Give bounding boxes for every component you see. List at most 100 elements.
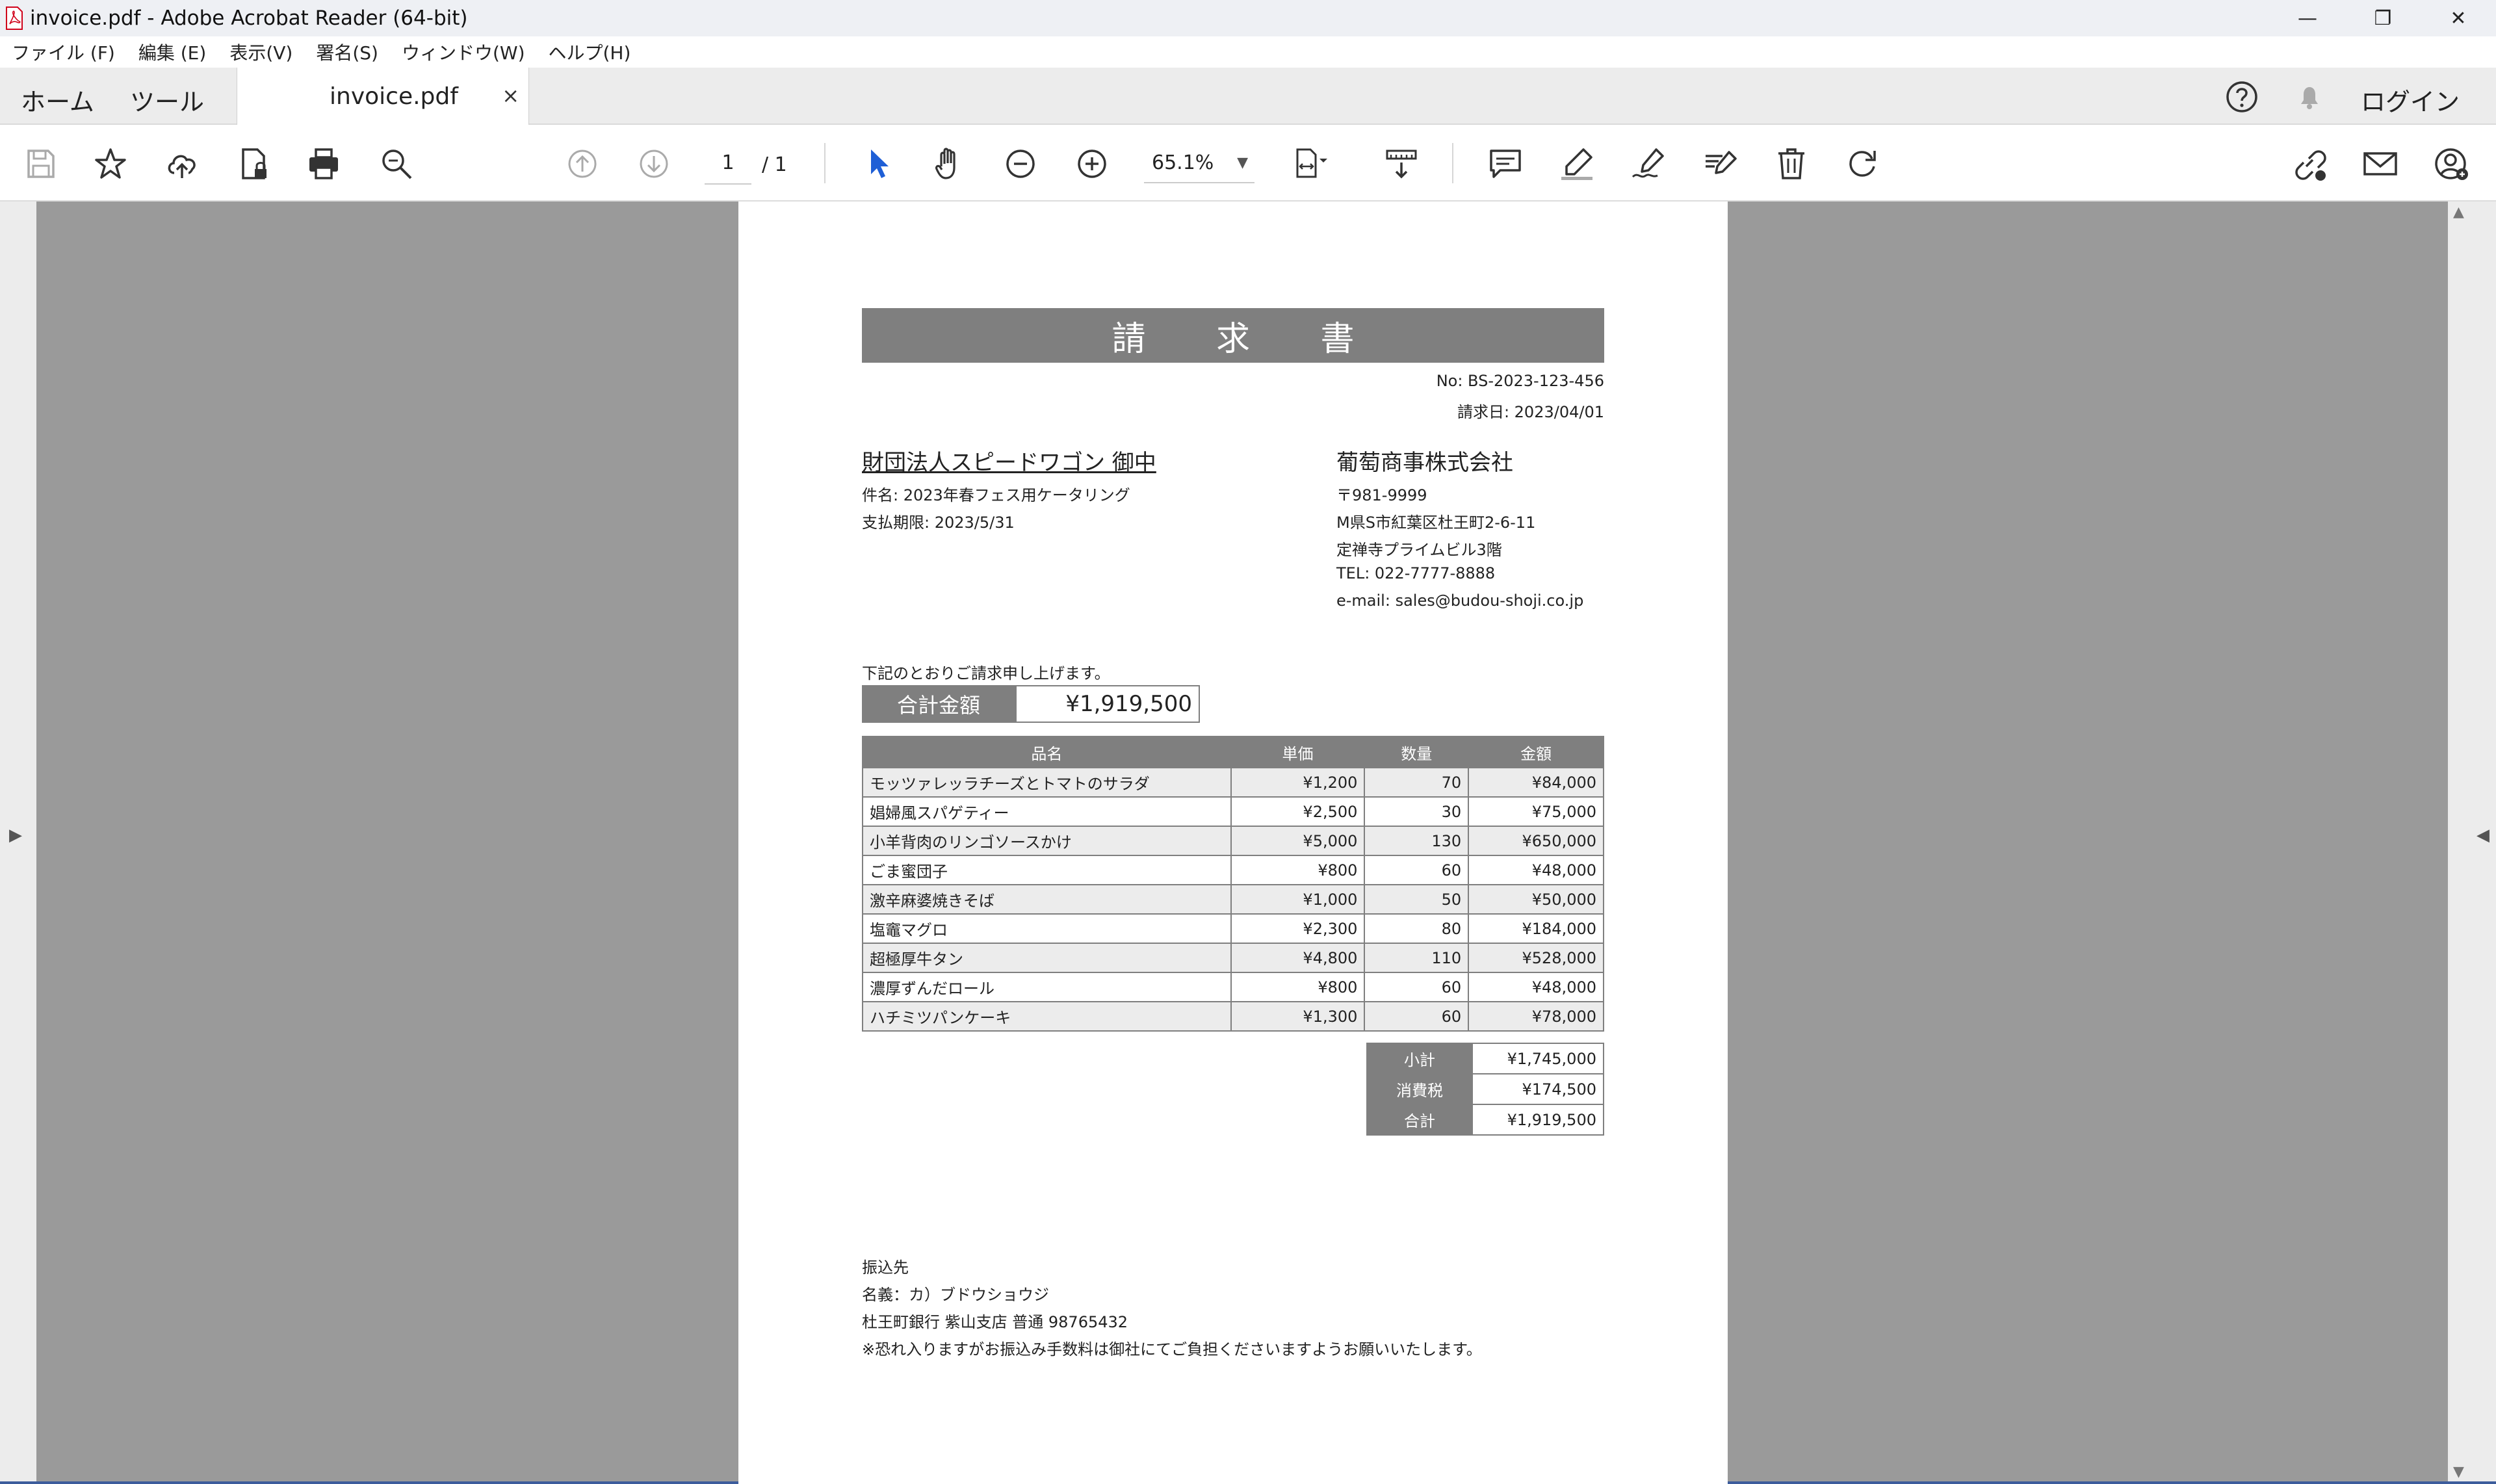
item-name: 娼婦風スパゲティー: [862, 796, 1232, 827]
left-panel-toggle[interactable]: ▶: [0, 202, 36, 1484]
tab-document[interactable]: invoice.pdf ×: [237, 68, 529, 125]
column-header-quantity: 数量: [1364, 736, 1470, 768]
scroll-up-arrow-icon[interactable]: ▲: [2453, 204, 2464, 220]
rotate-icon[interactable]: [1843, 144, 1882, 183]
bank-account: 杜王町銀行 紫山支店 普通 98765432: [862, 1313, 1128, 1331]
table-header-row: 品名 単価 数量 金額: [862, 736, 1604, 768]
page-fit-icon[interactable]: [1291, 144, 1330, 183]
company-address-2: 定禅寺プライムビル3階: [1336, 541, 1502, 559]
pdf-page: 請 求 書 No: BS-2023-123-456 請求日: 2023/04/0…: [738, 202, 1728, 1484]
previous-page-icon[interactable]: [563, 144, 602, 183]
search-zoom-icon[interactable]: [377, 144, 416, 183]
bookmark-star-icon[interactable]: [91, 144, 130, 183]
item-price: ¥2,500: [1230, 796, 1366, 827]
company-address-1: M県S市紅葉区杜王町2-6-11: [1336, 514, 1536, 532]
invoice-date: 請求日: 2023/04/01: [1457, 403, 1604, 421]
page-total: / 1: [762, 153, 787, 176]
summary-table: 小計 ¥1,745,000 消費税 ¥174,500 合計 ¥1,919,500: [1366, 1043, 1604, 1136]
item-qty: 70: [1364, 767, 1470, 798]
item-qty: 30: [1364, 796, 1470, 827]
item-name: 小羊背肉のリンゴソースかけ: [862, 826, 1232, 856]
table-row: モッツァレッラチーズとトマトのサラダ ¥1,200 70 ¥84,000: [862, 767, 1604, 798]
item-qty: 60: [1364, 1001, 1470, 1032]
total-amount-label: 合計金額: [862, 685, 1015, 723]
draw-pen-icon[interactable]: [1629, 144, 1668, 183]
menu-edit[interactable]: 編集 (E): [138, 39, 206, 65]
right-panel-toggle[interactable]: ▲ ◀ ▼: [2448, 202, 2496, 1484]
item-amount: ¥528,000: [1468, 943, 1604, 973]
tab-document-label: invoice.pdf: [330, 83, 458, 110]
item-price: ¥1,200: [1230, 767, 1366, 798]
zoom-level-select[interactable]: 65.1% ▼: [1144, 143, 1254, 183]
tab-home[interactable]: ホーム: [21, 82, 94, 118]
email-icon[interactable]: [2361, 144, 2400, 183]
table-row: 塩竈マグロ ¥2,300 80 ¥184,000: [862, 913, 1604, 944]
grand-total-value: ¥1,919,500: [1472, 1104, 1604, 1136]
tab-bar: ホーム ツール invoice.pdf × ログイン: [0, 68, 2496, 125]
save-icon[interactable]: [21, 144, 60, 183]
menu-file[interactable]: ファイル (F): [12, 39, 115, 65]
notification-bell-icon[interactable]: [2292, 79, 2327, 114]
close-tab-button[interactable]: ×: [502, 83, 519, 108]
item-qty: 60: [1364, 972, 1470, 1002]
column-header-name: 品名: [862, 736, 1232, 768]
client-name: 財団法人スピードワゴン 御中: [862, 450, 1156, 476]
item-amount: ¥50,000: [1468, 884, 1604, 915]
menu-help[interactable]: ヘルプ(H): [549, 39, 631, 65]
subtotal-value: ¥1,745,000: [1472, 1043, 1604, 1074]
company-email: e-mail: sales@budou-shoji.co.jp: [1336, 592, 1584, 610]
chevron-down-icon: ▼: [1237, 155, 1248, 171]
pdf-file-icon: [6, 7, 23, 30]
share-link-icon[interactable]: [2289, 144, 2328, 183]
cloud-upload-icon[interactable]: [162, 144, 202, 183]
help-icon[interactable]: [2224, 79, 2259, 114]
summary-row-total: 合計 ¥1,919,500: [1366, 1104, 1604, 1136]
menu-bar: ファイル (F) 編集 (E) 表示(V) 署名(S) ウィンドウ(W) ヘルプ…: [0, 36, 2496, 68]
invoice-intro: 下記のとおりご請求申し上げます。: [862, 664, 1110, 683]
next-page-icon[interactable]: [634, 144, 673, 183]
zoom-in-icon[interactable]: [1072, 144, 1112, 183]
highlight-pen-icon[interactable]: [1557, 144, 1596, 183]
scroll-down-arrow-icon[interactable]: ▼: [2453, 1464, 2464, 1480]
item-qty: 50: [1364, 884, 1470, 915]
select-cursor-icon[interactable]: [858, 144, 897, 183]
subtotal-label: 小計: [1366, 1043, 1473, 1074]
hand-tool-icon[interactable]: [930, 144, 968, 183]
item-qty: 80: [1364, 913, 1470, 944]
item-qty: 60: [1364, 855, 1470, 885]
item-amount: ¥75,000: [1468, 796, 1604, 827]
window-title: invoice.pdf - Adobe Acrobat Reader (64-b…: [30, 7, 468, 30]
zoom-out-icon[interactable]: [1001, 144, 1040, 183]
tab-tools[interactable]: ツール: [130, 82, 204, 118]
restore-button[interactable]: ❐: [2345, 0, 2421, 36]
scroll-mode-icon[interactable]: [1382, 144, 1421, 183]
payment-due: 支払期限: 2023/5/31: [862, 514, 1015, 532]
delete-trash-icon[interactable]: [1772, 144, 1811, 183]
bank-holder: 名義：カ）ブドウショウジ: [862, 1286, 1049, 1304]
menu-sign[interactable]: 署名(S): [316, 39, 378, 65]
item-amount: ¥184,000: [1468, 913, 1604, 944]
bank-heading: 振込先: [862, 1258, 909, 1277]
item-name: ハチミツパンケーキ: [862, 1001, 1232, 1032]
item-price: ¥800: [1230, 855, 1366, 885]
minimize-button[interactable]: —: [2270, 0, 2345, 36]
page-number-input[interactable]: 1: [705, 143, 751, 185]
total-amount-box: 合計金額 ¥1,919,500: [862, 685, 1200, 723]
title-bar: invoice.pdf - Adobe Acrobat Reader (64-b…: [0, 0, 2496, 36]
print-icon[interactable]: [304, 144, 343, 183]
invoice-subject: 件名: 2023年春フェス用ケータリング: [862, 486, 1130, 504]
comment-icon[interactable]: [1486, 144, 1525, 183]
login-button[interactable]: ログイン: [2361, 82, 2460, 118]
tax-label: 消費税: [1366, 1073, 1473, 1105]
menu-view[interactable]: 表示(V): [229, 39, 292, 65]
item-name: モッツァレッラチーズとトマトのサラダ: [862, 767, 1232, 798]
item-price: ¥800: [1230, 972, 1366, 1002]
close-window-button[interactable]: ✕: [2421, 0, 2496, 36]
item-name: 濃厚ずんだロール: [862, 972, 1232, 1002]
edit-text-icon[interactable]: [1700, 144, 1739, 183]
table-row: 激辛麻婆焼きそば ¥1,000 50 ¥50,000: [862, 884, 1604, 915]
item-price: ¥1,000: [1230, 884, 1366, 915]
add-user-icon[interactable]: [2432, 144, 2471, 183]
protect-file-icon[interactable]: [234, 144, 273, 183]
menu-window[interactable]: ウィンドウ(W): [402, 39, 525, 65]
